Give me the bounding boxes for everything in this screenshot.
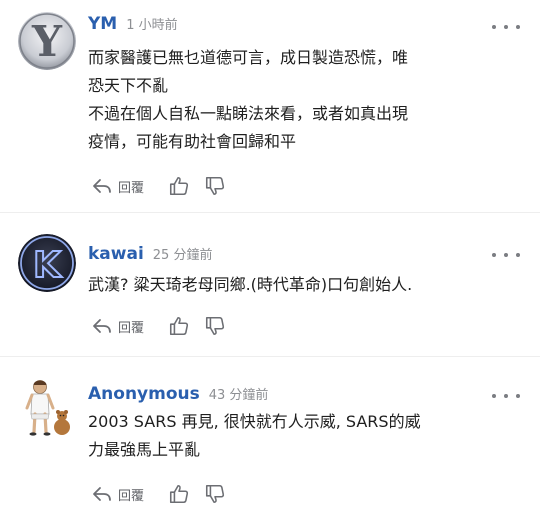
- comment-line: 武漢? 粱天琦老母同鄉.(時代革命)口句創始人.: [88, 275, 413, 294]
- comment-line: 2003 SARS 再見, 很快就冇人示威, SARS的威: [88, 412, 421, 431]
- thumbs-up-icon: [169, 484, 189, 504]
- comment-line: 不過在個人自私一點睇法來看，或者如真出現: [88, 104, 409, 123]
- dislike-button[interactable]: [204, 175, 226, 197]
- reply-arrow-icon: [93, 179, 111, 193]
- like-button[interactable]: [168, 483, 190, 505]
- thumbs-up-icon: [169, 176, 189, 196]
- comment-actions: 回覆: [92, 482, 226, 506]
- thumbs-down-icon: [205, 484, 225, 504]
- avatar-k-image: K: [18, 234, 76, 292]
- timestamp: 25 分鐘前: [152, 248, 213, 263]
- thumbs-up-icon: [169, 316, 189, 336]
- comment-line: 恐天下不亂: [88, 76, 169, 95]
- author-name[interactable]: kawai: [88, 244, 144, 264]
- more-options-icon[interactable]: [492, 248, 520, 262]
- avatar-person-with-bear-image: [18, 374, 76, 440]
- comment-item: K kawai 25 分鐘前 武漢? 粱天琦老母同鄉.(時代革命)口句創始人. …: [0, 230, 540, 340]
- like-button[interactable]: [168, 315, 190, 337]
- comment-line: 而家醫護已無乜道德可言，成日製造恐慌，唯: [88, 48, 409, 67]
- comment-actions: 回覆: [92, 174, 226, 198]
- comment-header: Anonymous 43 分鐘前: [88, 384, 268, 406]
- reply-button[interactable]: 回覆: [92, 177, 144, 196]
- thumbs-down-icon: [205, 176, 225, 196]
- comment-divider: [0, 356, 540, 357]
- reply-arrow-icon: [93, 487, 111, 501]
- more-options-icon[interactable]: [492, 389, 520, 403]
- comment-text: 武漢? 粱天琦老母同鄉.(時代革命)口句創始人.: [88, 271, 508, 299]
- svg-text:Y: Y: [31, 17, 63, 66]
- avatar[interactable]: Y: [18, 12, 76, 70]
- timestamp: 1 小時前: [126, 18, 178, 33]
- timestamp: 43 分鐘前: [208, 388, 269, 403]
- comment-divider: [0, 212, 540, 213]
- reply-arrow-icon: [93, 319, 111, 333]
- comment-text: 2003 SARS 再見, 很快就冇人示威, SARS的威 力最強馬上平亂: [88, 408, 508, 464]
- comment-item: Y YM 1 小時前 而家醫護已無乜道德可言，成日製造恐慌，唯 恐天下不亂 不過…: [0, 0, 540, 200]
- comment-line: 疫情，可能有助社會回歸和平: [88, 132, 297, 151]
- avatar[interactable]: K: [18, 234, 76, 292]
- thumbs-down-icon: [205, 316, 225, 336]
- like-button[interactable]: [168, 175, 190, 197]
- reply-button[interactable]: 回覆: [92, 317, 144, 336]
- more-options-icon[interactable]: [492, 20, 520, 34]
- dislike-button[interactable]: [204, 483, 226, 505]
- svg-text:K: K: [33, 245, 62, 286]
- comment-text: 而家醫護已無乜道德可言，成日製造恐慌，唯 恐天下不亂 不過在個人自私一點睇法來看…: [88, 44, 508, 156]
- reply-label: 回覆: [118, 180, 145, 196]
- avatar[interactable]: [18, 374, 76, 440]
- reply-label: 回覆: [118, 320, 145, 336]
- author-name[interactable]: YM: [88, 14, 117, 34]
- comment-line: 力最強馬上平亂: [88, 440, 201, 459]
- dislike-button[interactable]: [204, 315, 226, 337]
- comment-item: Anonymous 43 分鐘前 2003 SARS 再見, 很快就冇人示威, …: [0, 366, 540, 521]
- comment-header: YM 1 小時前: [88, 14, 178, 36]
- comment-actions: 回覆: [92, 314, 226, 338]
- author-name[interactable]: Anonymous: [88, 384, 200, 404]
- reply-label: 回覆: [118, 488, 145, 504]
- comment-header: kawai 25 分鐘前: [88, 244, 212, 266]
- reply-button[interactable]: 回覆: [92, 485, 144, 504]
- avatar-y-image: Y: [18, 12, 76, 70]
